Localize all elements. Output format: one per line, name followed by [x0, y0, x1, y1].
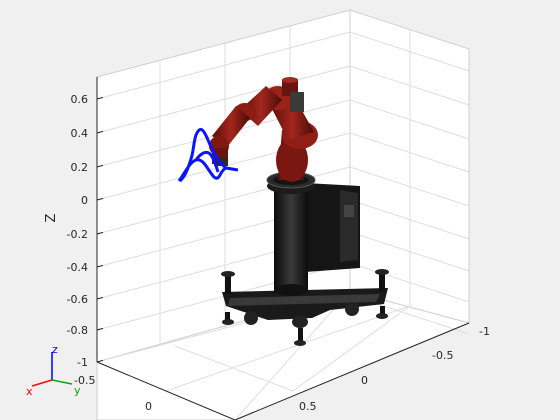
y-tick-label: 0: [145, 400, 152, 413]
z-tick-label: -0.8: [67, 324, 88, 337]
x-tick-label: 0.5: [299, 400, 317, 413]
z-tick-label: -1: [77, 356, 88, 369]
z-tick-label: 0.4: [71, 127, 89, 140]
z-tick-label: -0.6: [67, 293, 88, 306]
triad-y-line: [51, 379, 73, 385]
triad-z-label: z: [52, 343, 58, 356]
x-tick-label: 0: [361, 374, 368, 387]
z-axis-label: Z: [44, 213, 59, 222]
x-tick-label: -0.5: [432, 349, 453, 362]
z-tick-label: 0: [81, 194, 88, 207]
axes-triad: z x y: [26, 343, 81, 398]
triad-x-line: [31, 379, 53, 387]
y-tick-label: -1: [479, 325, 490, 338]
z-tick-label: 0.6: [71, 93, 89, 106]
robot-pedestal: [266, 171, 316, 296]
triad-x-label: x: [26, 385, 33, 398]
z-tick-label: -0.4: [67, 261, 88, 274]
z-tick-label: 0.2: [71, 161, 89, 174]
triad-y-label: y: [74, 384, 81, 397]
z-tick-labels: 0.6 0.4 0.2 0 -0.2 -0.4 -0.6 -0.8 -1: [67, 93, 88, 369]
figure-canvas[interactable]: 0.6 0.4 0.2 0 -0.2 -0.4 -0.6 -0.8 -1 Z -…: [0, 0, 560, 420]
z-tick-label: -0.2: [67, 228, 88, 241]
controller-box: [305, 183, 360, 272]
